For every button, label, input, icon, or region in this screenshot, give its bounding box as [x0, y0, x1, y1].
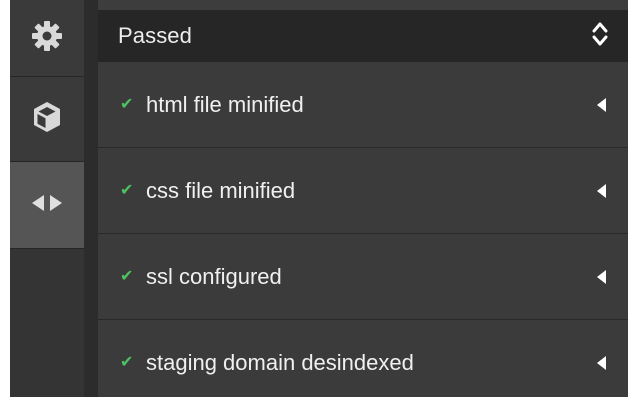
passed-section-header[interactable]: Passed — [98, 10, 628, 62]
panel-top-strip — [98, 0, 628, 10]
check-icon: ✔ — [120, 267, 134, 285]
sidebar-item-settings[interactable] — [10, 0, 84, 77]
expand-caret-icon[interactable] — [597, 355, 606, 370]
sidebar-rail — [10, 0, 84, 397]
sidebar-empty-area — [10, 249, 84, 397]
sort-updown-icon[interactable] — [592, 21, 608, 52]
list-item-label: ssl configured — [146, 263, 282, 289]
list-item-label: html file minified — [146, 91, 304, 117]
section-title: Passed — [118, 23, 192, 48]
rail-divider — [84, 0, 98, 397]
app-frame: Passed ✔ html file minified ✔ css file m… — [10, 0, 628, 397]
list-item[interactable]: ✔ html file minified — [98, 62, 628, 148]
check-icon: ✔ — [120, 181, 134, 199]
list-item-label: staging domain desindexed — [146, 349, 414, 375]
list-item[interactable]: ✔ staging domain desindexed — [98, 320, 628, 397]
audit-panel: Passed ✔ html file minified ✔ css file m… — [98, 0, 628, 397]
list-item[interactable]: ✔ ssl configured — [98, 234, 628, 320]
check-icon: ✔ — [120, 353, 134, 371]
list-item[interactable]: ✔ css file minified — [98, 148, 628, 234]
expand-caret-icon[interactable] — [597, 183, 606, 198]
passed-list: ✔ html file minified ✔ css file minified… — [98, 62, 628, 397]
check-icon: ✔ — [120, 95, 134, 113]
cube-icon — [31, 100, 63, 139]
code-arrows-icon — [30, 193, 64, 218]
expand-caret-icon[interactable] — [597, 269, 606, 284]
sidebar-item-audit[interactable] — [10, 162, 84, 249]
expand-caret-icon[interactable] — [597, 97, 606, 112]
sidebar-item-components[interactable] — [10, 77, 84, 162]
gear-icon — [30, 19, 64, 58]
list-item-label: css file minified — [146, 177, 296, 203]
